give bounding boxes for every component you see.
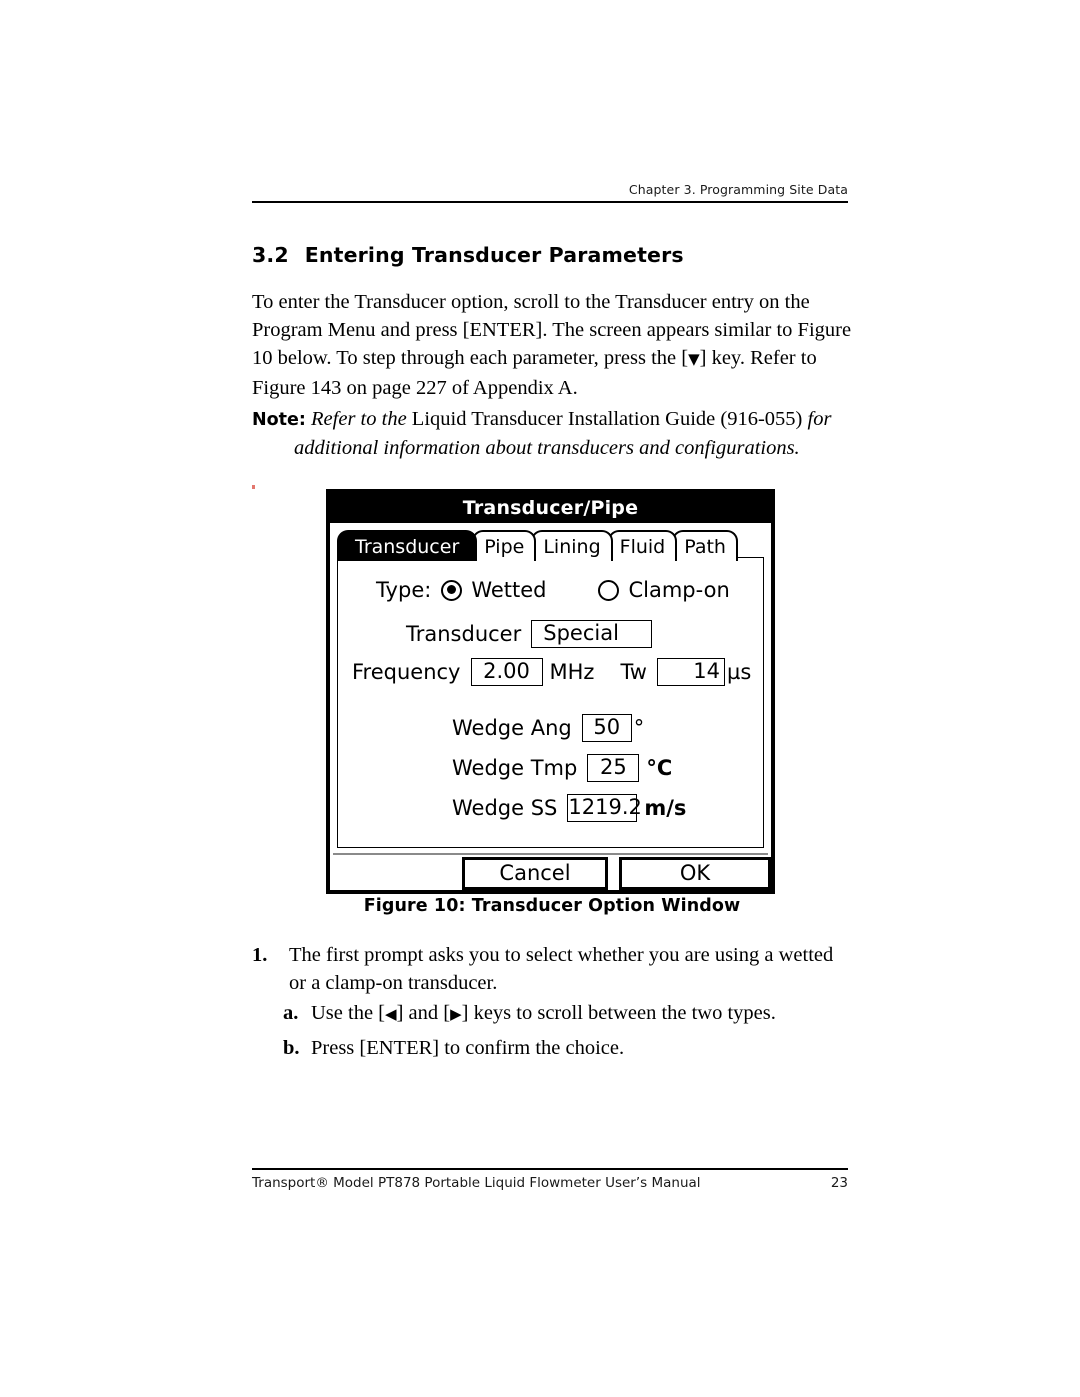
sub-a-text-middle: ] and [ [396,1002,451,1024]
list-item-marker: b. [283,1037,300,1059]
wedge-tmp-row: Wedge Tmp 25 °C [452,754,672,782]
radio-wetted-icon[interactable] [441,579,463,601]
note-label: Note: [252,410,306,430]
running-head: Chapter 3. Programming Site Data [628,182,848,197]
section-heading: 3.2 Entering Transducer Parameters [252,243,852,267]
list-item-marker: 1. [252,944,268,966]
section-title: Entering Transducer Parameters [304,243,684,267]
frequency-label: Frequency [352,660,461,684]
wedge-ang-value-field[interactable]: 50 [581,714,632,742]
note-guide-title: Liquid Transducer Installation Guide (91… [411,408,803,430]
figure-caption: Figure 10: Transducer Option Window [363,896,741,916]
cancel-button[interactable]: Cancel [462,857,608,890]
transducer-field-row: Transducer Special [406,620,653,648]
header-divider [252,201,848,203]
note-lead-italic: Refer to the [311,408,412,430]
radio-clamp-on-icon[interactable] [598,579,620,601]
ok-button[interactable]: OK [619,857,771,890]
wedge-ss-label: Wedge SS [452,796,558,820]
list-item: b. Press [ENTER] to confirm the choice. [283,1034,853,1062]
tab-lining[interactable]: Lining [531,530,613,561]
wedge-ang-label: Wedge Ang [452,716,572,740]
left-arrow-key-icon: ◀ [385,1005,397,1023]
window-title: Transducer/Pipe [462,497,639,519]
radio-option-wetted[interactable]: Wetted [441,578,546,602]
wedge-tmp-label: Wedge Tmp [452,756,578,780]
right-arrow-key-icon: ▶ [450,1005,462,1023]
wedge-ss-row: Wedge SS 1219.2 m/s [452,794,686,822]
wedge-ang-unit: ° [633,716,645,740]
frequency-value-field[interactable]: 2.00 [470,658,543,686]
list-item-text: Use the [◀] and [▶] keys to scroll betwe… [311,999,853,1028]
intro-paragraph: To enter the Transducer option, scroll t… [252,288,852,402]
note-tail-italic: for [802,408,832,430]
wedge-ang-row: Wedge Ang 50 ° [452,714,644,742]
tab-pipe[interactable]: Pipe [472,530,537,561]
tab-strip: Transducer Pipe Lining Fluid Path [337,528,738,561]
transducer-label: Transducer [406,622,522,646]
type-label: Type: [376,578,432,602]
list-item-text: The first prompt asks you to select whet… [289,944,834,995]
page-header: Chapter 3. Programming Site Data [252,182,848,203]
tab-transducer[interactable]: Transducer [337,530,478,561]
tw-value-field[interactable]: 14 [656,658,725,686]
section-number: 3.2 [252,243,289,267]
radio-option-clamp-on[interactable]: Clamp-on [598,578,730,602]
wedge-ss-value-field[interactable]: 1219.2 [567,794,642,822]
tw-label: Tw [620,660,647,684]
frequency-unit: MHz [549,660,595,684]
transducer-value-field[interactable]: Special [531,620,653,648]
tab-fluid[interactable]: Fluid [607,530,678,561]
radio-clamp-on-label: Clamp-on [628,578,730,602]
transducer-option-window: Transducer/Pipe Transducer Pipe Lining F… [326,489,775,894]
button-bar: Cancel OK [330,857,771,890]
frequency-row: Frequency 2.00 MHz Tw 14 µs [352,658,751,686]
scan-artifact [252,485,255,489]
list-item: 1. The first prompt asks you to select w… [252,941,852,997]
sub-a-text-before: Use the [ [311,1002,386,1024]
type-row: Type: Wetted Clamp-on [376,578,730,602]
list-item-text: Press [ENTER] to confirm the choice. [311,1037,625,1059]
window-titlebar: Transducer/Pipe [330,493,771,523]
window-body: Transducer Pipe Lining Fluid Path Type: … [330,523,771,890]
footer-divider [252,1168,848,1170]
down-arrow-key-icon: ▼ [688,350,700,369]
footer-page-number: 23 [830,1175,848,1191]
footer-manual-title: Transport® Model PT878 Portable Liquid F… [252,1175,701,1191]
page-footer: Transport® Model PT878 Portable Liquid F… [252,1168,848,1191]
button-bar-divider [333,853,768,855]
note-line-2: additional information about transducers… [294,437,800,459]
manual-page: Chapter 3. Programming Site Data 3.2 Ente… [0,0,1080,1397]
wedge-tmp-unit: °C [646,756,673,780]
transducer-tab-panel: Type: Wetted Clamp-on Transducer Special [337,557,764,848]
radio-wetted-label: Wetted [471,578,547,602]
list-item: a. Use the [◀] and [▶] keys to scroll be… [283,999,853,1028]
sub-a-text-after: ] keys to scroll between the two types. [461,1002,776,1024]
tw-unit: µs [726,660,752,684]
wedge-tmp-value-field[interactable]: 25 [587,754,640,782]
wedge-ss-unit: m/s [644,796,687,820]
note-block: Note: Refer to the Liquid Transducer Ins… [252,405,852,462]
list-item-marker: a. [283,1002,299,1024]
tab-path[interactable]: Path [672,530,738,561]
